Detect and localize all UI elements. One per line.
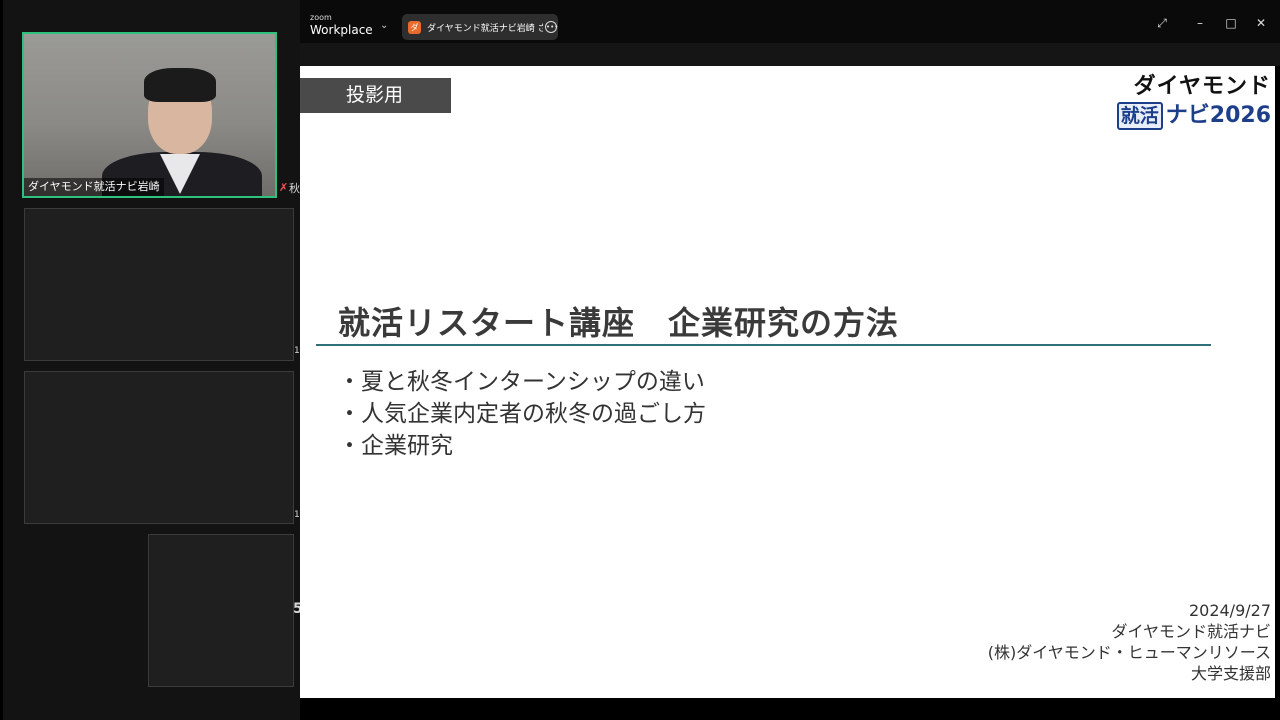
slide-bullet-list: 夏と秋冬インターンシップの違い 人気企業内定者の秋冬の過ごし方 企業研究 xyxy=(338,366,706,462)
logo-tail: ナビ2026 xyxy=(1165,103,1271,128)
participant-name-label: ダイヤモンド就活ナビ岩崎 xyxy=(24,178,164,196)
close-icon[interactable]: ✕ xyxy=(1252,14,1270,32)
muted-mic-icon: ✗ xyxy=(279,181,289,194)
participant-tile[interactable] xyxy=(24,371,294,524)
speaker-video-hair xyxy=(144,68,216,102)
participant-tile[interactable] xyxy=(148,534,294,687)
logo-line1: ダイヤモンド xyxy=(1133,74,1271,99)
screen-share-tab[interactable]: ダ ダイヤモンド就活ナビ岩崎 さんの画面 ••• xyxy=(402,14,558,40)
participant-name-cut: 1 xyxy=(294,510,300,520)
brand-name: Workplace xyxy=(310,23,373,37)
logo-line2: 就活 ナビ2026 xyxy=(1116,102,1271,130)
screen-share-label: ダイヤモンド就活ナビ岩崎 さんの画面 xyxy=(427,23,543,34)
active-speaker-tile[interactable]: ダイヤモンド就活ナビ岩崎 xyxy=(22,32,277,198)
window-titlebar: zoom Workplace ⌄ ダ ダイヤモンド就活ナビ岩崎 さんの画面 ••… xyxy=(300,0,1280,43)
logo-boxed: 就活 xyxy=(1116,102,1163,130)
more-options-icon[interactable]: ••• xyxy=(545,21,558,33)
shared-slide: 投影用 ダイヤモンド 就活 ナビ2026 就活リスタート講座 企業研究の方法 夏… xyxy=(300,66,1275,698)
gallery-edge xyxy=(0,0,3,720)
participant-tile[interactable] xyxy=(24,208,294,361)
footer-line: (株)ダイヤモンド・ヒューマンリソース xyxy=(987,643,1271,662)
slide-footer: 2024/9/27 ダイヤモンド就活ナビ (株)ダイヤモンド・ヒューマンリソース… xyxy=(988,600,1271,684)
brand-small: zoom xyxy=(310,13,332,22)
participant-name-cut: 秋 xyxy=(289,182,300,195)
maximize-icon[interactable]: □ xyxy=(1222,14,1240,32)
zoom-workplace-logo: zoom Workplace xyxy=(310,13,373,37)
slide-tag: 投影用 xyxy=(300,78,451,113)
footer-line: 大学支援部 xyxy=(1190,664,1271,683)
title-underline xyxy=(316,344,1211,346)
diamond-shukatsu-navi-logo: ダイヤモンド 就活 ナビ2026 xyxy=(1116,74,1271,130)
footer-line: ダイヤモンド就活ナビ xyxy=(1111,622,1271,641)
slide-title: 就活リスタート講座 企業研究の方法 xyxy=(338,304,900,342)
chevron-down-icon[interactable]: ⌄ xyxy=(380,20,388,31)
expand-icon[interactable]: ⤢ xyxy=(1153,14,1171,32)
bullet-item: 人気企業内定者の秋冬の過ごし方 xyxy=(338,398,706,430)
participant-gallery: ダイヤモンド就活ナビ岩崎 ✗ 秋 1 1 5 xyxy=(0,0,303,720)
bullet-item: 企業研究 xyxy=(338,430,706,462)
share-toolbar-strip xyxy=(300,43,1280,66)
minimize-icon[interactable]: – xyxy=(1191,14,1209,32)
bullet-item: 夏と秋冬インターンシップの違い xyxy=(338,366,706,398)
slide-date: 2024/9/27 xyxy=(1188,601,1271,620)
app-icon: ダ xyxy=(408,20,421,34)
participant-name-cut: 1 xyxy=(294,346,300,356)
